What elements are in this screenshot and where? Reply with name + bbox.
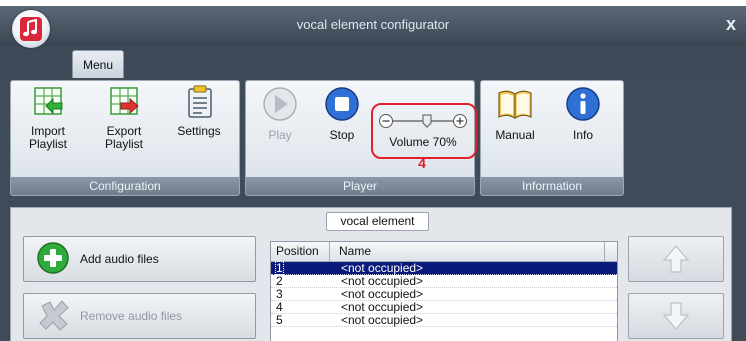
settings-button[interactable]: Settings (171, 85, 227, 138)
export-playlist-label-2: Playlist (104, 137, 143, 151)
column-header-position[interactable]: Position (276, 244, 319, 258)
book-icon (498, 90, 532, 120)
play-label: Play (268, 128, 292, 142)
play-button[interactable]: Play (258, 85, 302, 142)
manual-button[interactable]: Manual (487, 85, 543, 142)
info-label: Info (572, 128, 593, 142)
manual-label: Manual (495, 128, 535, 142)
window-title: vocal element configurator (296, 17, 450, 32)
group-configuration: Import Playlist Export Playlist Settings… (10, 80, 240, 196)
tab-menu[interactable]: Menu (72, 50, 124, 79)
arrow-up-icon (662, 245, 690, 273)
move-down-button[interactable] (628, 293, 724, 339)
column-divider[interactable] (329, 242, 330, 261)
close-button[interactable]: x (726, 14, 736, 35)
list-row[interactable]: 4 <not occupied> (271, 301, 617, 314)
stop-label: Stop (329, 128, 355, 142)
list-row[interactable]: 2 <not occupied> (271, 275, 617, 288)
row-position: 2 (276, 274, 283, 288)
volume-highlight-annotation (371, 103, 477, 159)
row-name: <not occupied> (341, 300, 424, 314)
remove-x-icon (39, 300, 69, 331)
row-name: <not occupied> (341, 274, 424, 288)
stop-button[interactable]: Stop (320, 85, 364, 142)
info-button[interactable]: Info (561, 85, 605, 142)
clipboard-icon (188, 85, 212, 118)
import-playlist-icon (34, 87, 63, 115)
arrow-down-icon (662, 302, 690, 330)
info-icon (566, 87, 600, 121)
list-header: Position Name (271, 242, 617, 262)
list-row[interactable]: 3 <not occupied> (271, 288, 617, 301)
row-name: <not occupied> (341, 287, 424, 301)
row-name: <not occupied> (341, 261, 424, 275)
list-row[interactable]: 1 <not occupied> (271, 261, 617, 275)
row-position: 3 (276, 287, 283, 301)
stop-icon (325, 87, 359, 121)
annotation-number: 4 (418, 155, 426, 171)
import-playlist-button[interactable]: Import Playlist (23, 85, 73, 151)
group-label-information: Information (481, 177, 623, 195)
row-position: 5 (276, 313, 283, 327)
export-playlist-icon (110, 87, 139, 115)
export-playlist-button[interactable]: Export Playlist (99, 85, 149, 151)
title-bar: vocal element configurator x (0, 6, 746, 46)
row-position: 4 (276, 300, 283, 314)
group-label-configuration: Configuration (11, 177, 239, 195)
column-header-name[interactable]: Name (339, 244, 371, 258)
remove-audio-files-label: Remove audio files (80, 309, 183, 323)
app-orb-button[interactable] (12, 10, 50, 48)
music-note-icon (20, 17, 42, 41)
vocal-element-section-label: vocal element (326, 212, 429, 231)
column-divider[interactable] (604, 242, 605, 261)
play-icon (263, 87, 297, 121)
audio-file-list[interactable]: Position Name 1 <not occupied> 2 <not oc… (270, 241, 618, 341)
remove-audio-files-button[interactable]: Remove audio files (23, 293, 256, 339)
app-window: vocal element configurator x Menu Import… (0, 6, 746, 341)
settings-label: Settings (177, 124, 221, 138)
add-audio-files-button[interactable]: Add audio files (23, 236, 256, 282)
group-label-player: Player (246, 177, 474, 195)
list-row[interactable]: 5 <not occupied> (271, 314, 617, 327)
add-audio-files-label: Add audio files (80, 252, 159, 266)
row-name: <not occupied> (341, 313, 424, 327)
group-information: Manual Info Information (480, 80, 624, 196)
add-icon (37, 242, 69, 274)
row-position: 1 (275, 261, 284, 275)
import-playlist-label-2: Playlist (28, 137, 67, 151)
move-up-button[interactable] (628, 236, 724, 282)
